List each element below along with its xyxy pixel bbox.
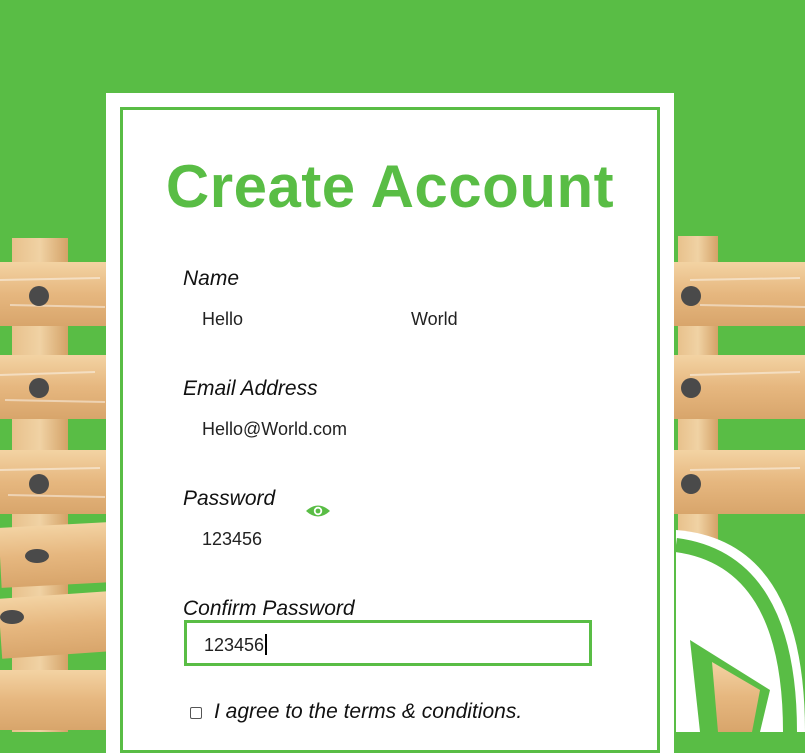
confirm-password-text-wrap: 123456	[204, 634, 267, 656]
confirm-password-value: 123456	[204, 635, 265, 655]
email-field[interactable]: Hello@World.com	[202, 418, 347, 440]
password-field[interactable]: 123456	[202, 528, 262, 550]
page-title: Create Account	[165, 153, 615, 220]
terms-label[interactable]: I agree to the terms & conditions.	[214, 700, 522, 724]
last-name-field[interactable]: World	[411, 308, 458, 330]
confirm-password-label: Confirm Password	[183, 597, 355, 620]
create-account-card: Create Account Name Hello World Email Ad…	[106, 93, 674, 753]
email-label: Email Address	[183, 377, 318, 400]
card-border: Create Account Name Hello World Email Ad…	[120, 107, 660, 753]
name-label: Name	[183, 267, 240, 290]
terms-checkbox[interactable]	[190, 707, 202, 719]
eye-icon[interactable]	[305, 503, 331, 519]
first-name-field[interactable]: Hello	[202, 308, 243, 330]
text-caret	[265, 634, 267, 655]
password-label: Password	[183, 487, 276, 510]
confirm-password-field[interactable]: 123456	[184, 620, 592, 666]
